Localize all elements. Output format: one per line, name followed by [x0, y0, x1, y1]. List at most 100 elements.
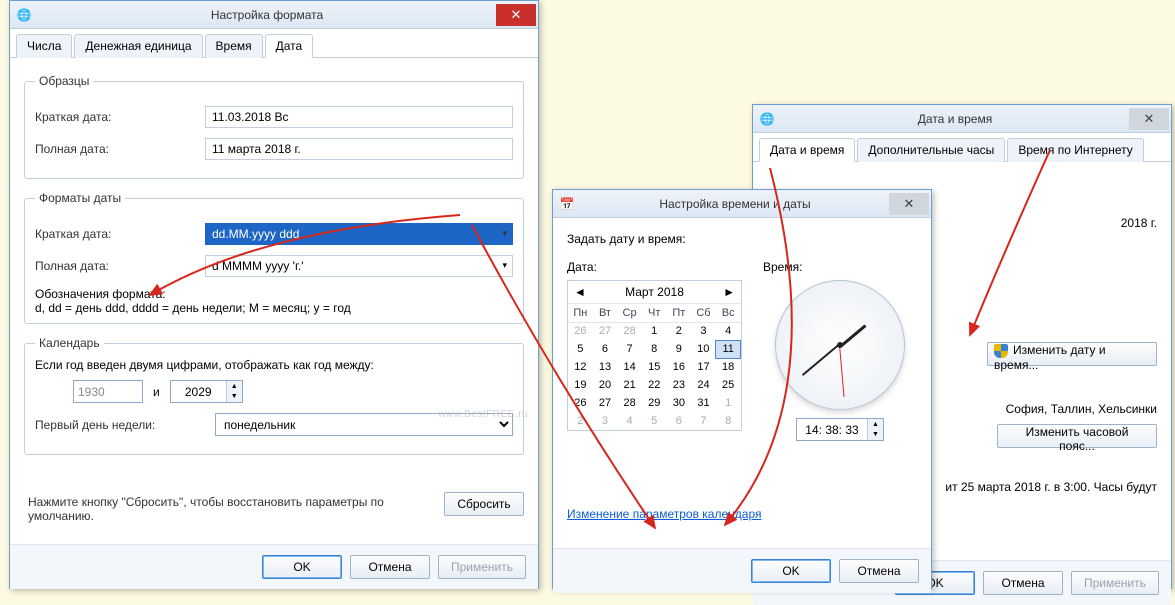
calendar-day[interactable]: 28	[617, 322, 642, 340]
time-input[interactable]	[797, 419, 867, 440]
calendar-day[interactable]: 4	[617, 412, 642, 430]
reset-note: Нажмите кнопку "Сбросить", чтобы восстан…	[28, 495, 440, 523]
calendar-day[interactable]: 22	[642, 376, 667, 394]
close-icon[interactable]: ✕	[496, 4, 536, 26]
calendar-day[interactable]: 17	[691, 358, 716, 376]
calendar-dow: Пт	[667, 304, 692, 322]
calendar-day[interactable]: 8	[716, 412, 741, 430]
year-to-stepper[interactable]: ▲▼	[170, 380, 243, 403]
tab-body: Образцы Краткая дата: 11.03.2018 Вс Полн…	[10, 58, 538, 544]
dialog-body: Задать дату и время: Дата: ◄ Март 2018 ►…	[553, 218, 931, 548]
calendar-day[interactable]: 1	[716, 394, 741, 412]
watermark: www.BestFREE.ru	[438, 409, 528, 420]
year-to-input[interactable]	[171, 381, 226, 402]
chevron-up-icon[interactable]: ▲	[868, 419, 883, 430]
button-row: OK Отмена Применить	[10, 544, 538, 589]
calendar-day[interactable]: 31	[691, 394, 716, 412]
shield-icon	[994, 344, 1008, 358]
calendar-day[interactable]: 7	[691, 412, 716, 430]
calendar-day[interactable]: 26	[568, 322, 593, 340]
long-date-format-select[interactable]: d MMMM yyyy 'г.'	[205, 255, 513, 277]
calendar-day[interactable]: 10	[691, 340, 716, 358]
calendar-day[interactable]: 19	[568, 376, 593, 394]
calendar-day[interactable]: 1	[642, 322, 667, 340]
calendar-day[interactable]: 7	[617, 340, 642, 358]
calendar-day[interactable]: 15	[642, 358, 667, 376]
chevron-down-icon[interactable]: ▼	[227, 392, 242, 403]
chevron-down-icon[interactable]: ▾	[502, 228, 507, 239]
calendar-day[interactable]: 5	[642, 412, 667, 430]
tab-time[interactable]: Время	[205, 34, 263, 58]
change-calendar-params-link[interactable]: Изменение параметров календаря	[567, 507, 762, 521]
tab-date-time[interactable]: Дата и время	[759, 138, 855, 162]
calendar-day[interactable]: 24	[691, 376, 716, 394]
calendar-day[interactable]: 6	[667, 412, 692, 430]
calendar-day[interactable]: 27	[593, 322, 618, 340]
ok-button[interactable]: OK	[262, 555, 342, 579]
tab-date[interactable]: Дата	[265, 34, 314, 58]
long-date-format-label: Полная дата:	[35, 259, 195, 273]
cancel-button[interactable]: Отмена	[983, 571, 1063, 595]
format-legend-label: Обозначения формата:	[35, 287, 513, 301]
cancel-button[interactable]: Отмена	[839, 559, 919, 583]
calendar-day[interactable]: 25	[716, 376, 741, 394]
titlebar[interactable]: 🌐 Дата и время ✕	[753, 105, 1171, 133]
calendar-day[interactable]: 26	[568, 394, 593, 412]
tab-numbers[interactable]: Числа	[16, 34, 72, 58]
calendar-day[interactable]: 12	[568, 358, 593, 376]
ok-button[interactable]: OK	[751, 559, 831, 583]
short-date-format-select[interactable]: dd.MM.yyyy ddd	[205, 223, 513, 245]
calendar-day[interactable]: 20	[593, 376, 618, 394]
titlebar[interactable]: 📅 Настройка времени и даты ✕	[553, 190, 931, 218]
tab-extra-clocks[interactable]: Дополнительные часы	[857, 138, 1005, 162]
button-row: OK Отмена	[553, 548, 931, 593]
formats-legend: Форматы даты	[35, 191, 125, 205]
timezone-fragment: София, Таллин, Хельсинки	[1006, 402, 1157, 416]
time-stepper[interactable]: ▲▼	[796, 418, 884, 441]
calendar-day[interactable]: 14	[617, 358, 642, 376]
calendar-day[interactable]: 6	[593, 340, 618, 358]
calendar-day[interactable]: 23	[667, 376, 692, 394]
calendar-day[interactable]: 2	[667, 322, 692, 340]
tab-currency[interactable]: Денежная единица	[74, 34, 202, 58]
calendar-day[interactable]: 9	[667, 340, 692, 358]
change-timezone-button[interactable]: Изменить часовой пояс...	[997, 424, 1157, 448]
calendar[interactable]: ◄ Март 2018 ► ПнВтСрЧтПтСбВс 26272812345…	[567, 280, 742, 431]
calendar-day[interactable]: 21	[617, 376, 642, 394]
prev-month-icon[interactable]: ◄	[574, 285, 586, 299]
chevron-down-icon[interactable]: ▼	[868, 430, 883, 441]
calendar-day[interactable]: 28	[617, 394, 642, 412]
calendar-day[interactable]: 5	[568, 340, 593, 358]
change-date-time-button[interactable]: Изменить дату и время...	[987, 342, 1157, 366]
calendar-day[interactable]: 11	[716, 340, 741, 358]
short-date-sample: 11.03.2018 Вс	[205, 106, 513, 128]
cancel-button[interactable]: Отмена	[350, 555, 430, 579]
calendar-day[interactable]: 27	[593, 394, 618, 412]
calendar-day[interactable]: 8	[642, 340, 667, 358]
chevron-down-icon[interactable]: ▾	[502, 260, 507, 271]
titlebar[interactable]: 🌐 Настройка формата ✕	[10, 1, 538, 29]
calendar-day[interactable]: 18	[716, 358, 741, 376]
calendar-day[interactable]: 4	[716, 322, 741, 340]
analog-clock	[775, 280, 905, 410]
close-icon[interactable]: ✕	[1129, 108, 1169, 130]
apply-button[interactable]: Применить	[1071, 571, 1159, 595]
calendar-day[interactable]: 3	[691, 322, 716, 340]
calendar-dow: Вт	[593, 304, 618, 322]
globe-icon: 🌐	[16, 7, 32, 23]
close-icon[interactable]: ✕	[889, 193, 929, 215]
reset-button[interactable]: Сбросить	[444, 492, 524, 516]
next-month-icon[interactable]: ►	[723, 285, 735, 299]
chevron-up-icon[interactable]: ▲	[227, 381, 242, 392]
calendar-group: Календарь Если год введен двумя цифрами,…	[24, 336, 524, 455]
calendar-day[interactable]: 13	[593, 358, 618, 376]
calendar-day[interactable]: 16	[667, 358, 692, 376]
dst-fragment: ит 25 марта 2018 г. в 3:00. Часы будут	[945, 480, 1157, 494]
calendar-day[interactable]: 2	[568, 412, 593, 430]
calendar-day[interactable]: 30	[667, 394, 692, 412]
calendar-day[interactable]: 3	[593, 412, 618, 430]
calendar-day[interactable]: 29	[642, 394, 667, 412]
apply-button[interactable]: Применить	[438, 555, 526, 579]
tab-strip: Числа Денежная единица Время Дата	[10, 29, 538, 58]
tab-internet-time[interactable]: Время по Интернету	[1007, 138, 1143, 162]
